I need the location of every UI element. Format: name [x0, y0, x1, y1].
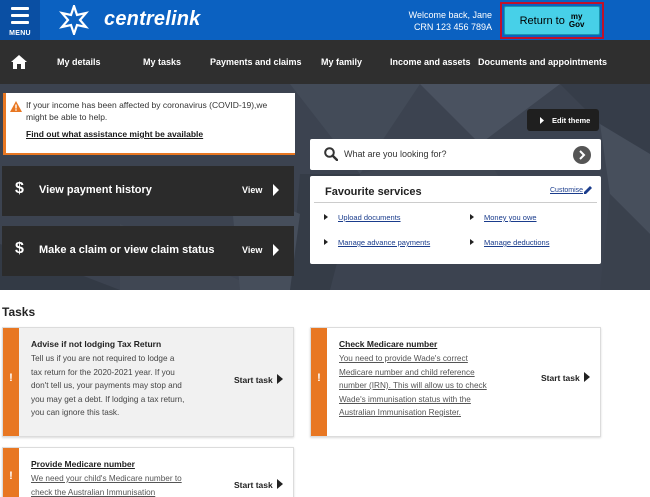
task-card-tax-return: ! Advise if not lodging Tax Return Tell …	[2, 327, 294, 437]
tile-action: View	[242, 185, 263, 195]
start-task-label: Start task	[234, 375, 273, 385]
task-line: Australian Immunisation Register.	[339, 408, 461, 417]
fav-manage-deductions[interactable]: Manage deductions	[484, 238, 549, 247]
play-arrow-icon	[583, 372, 590, 382]
warning-icon	[10, 101, 22, 112]
mygov-logo: my Gov	[568, 12, 585, 29]
start-task-label: Start task	[541, 373, 580, 383]
task-title: Advise if not lodging Tax Return	[31, 339, 162, 349]
task-body[interactable]: We need your child's Medicare number to …	[31, 472, 196, 497]
task-line: Tell us if you are not required to lodge…	[31, 354, 175, 363]
task-body: Tell us if you are not required to lodge…	[31, 352, 196, 420]
fav-manage-advance-payments[interactable]: Manage advance payments	[338, 238, 430, 247]
start-task-button[interactable]: Start task	[234, 479, 283, 490]
start-task-button[interactable]: Start task	[541, 372, 590, 383]
welcome-block: Welcome back, Jane CRN 123 456 789A	[409, 9, 492, 33]
task-body[interactable]: You need to provide Wade's correct Medic…	[339, 352, 504, 420]
arrow-right-circle-icon[interactable]	[573, 146, 591, 164]
nav-income-and-assets[interactable]: Income and assets	[390, 57, 471, 67]
bullet-arrow-icon	[324, 239, 328, 245]
fav-upload-documents[interactable]: Upload documents	[338, 213, 401, 222]
bullet-arrow-icon	[324, 214, 328, 220]
menu-button[interactable]: MENU	[0, 0, 40, 40]
nav-my-tasks[interactable]: My tasks	[143, 57, 181, 67]
task-line: Medicare number and child reference	[339, 367, 475, 377]
nav-payments-and-claims[interactable]: Payments and claims	[210, 57, 302, 67]
exclamation-icon: !	[9, 372, 13, 384]
task-line: you may get a debt. If lodging a tax ret…	[31, 394, 185, 404]
crn-text: CRN 123 456 789A	[413, 22, 492, 32]
view-payment-history-tile[interactable]: $ View payment history View	[2, 166, 294, 216]
task-title-link[interactable]: Check Medicare number	[339, 339, 437, 349]
covid-alert: If your income has been affected by coro…	[3, 93, 295, 155]
search-bar[interactable]: What are you looking for?	[310, 139, 601, 170]
exclamation-icon: !	[9, 470, 13, 482]
covid-assistance-link[interactable]: Find out what assistance might be availa…	[26, 129, 289, 139]
nav-documents-and-appointments[interactable]: Documents and appointments	[478, 57, 607, 67]
search-icon	[324, 147, 338, 161]
fav-money-you-owe[interactable]: Money you owe	[484, 213, 537, 222]
mygov-logo-gov: Gov	[568, 19, 585, 29]
play-arrow-icon	[276, 374, 283, 384]
main-nav: My details My tasks Payments and claims …	[0, 40, 650, 84]
mygov-button-label: Return to	[519, 14, 565, 27]
favourite-services-card: Favourite services Customise Upload docu…	[310, 176, 601, 264]
chevron-right-icon	[273, 184, 279, 196]
hero-panel: If your income has been affected by coro…	[0, 84, 650, 290]
centrelink-star-icon	[59, 5, 89, 35]
hamburger-icon	[11, 7, 29, 28]
brand-logo-text[interactable]: centrelink	[104, 8, 200, 31]
task-line: number (IRN). This will allow us to chec…	[339, 381, 487, 390]
start-task-button[interactable]: Start task	[234, 374, 283, 385]
tile-label: View payment history	[39, 184, 152, 196]
task-line: tax return for the 2020-2021 year. If yo…	[31, 367, 175, 377]
task-card-provide-medicare: ! Provide Medicare number We need your c…	[2, 447, 294, 497]
menu-label: MENU	[9, 30, 31, 37]
dollar-icon: $	[15, 240, 24, 257]
pencil-icon[interactable]	[584, 186, 592, 194]
edit-theme-button[interactable]: Edit theme	[527, 109, 599, 131]
task-card-check-medicare: ! Check Medicare number You need to prov…	[310, 327, 601, 437]
chevron-right-icon	[273, 244, 279, 256]
home-icon[interactable]	[10, 54, 28, 70]
welcome-text: Welcome back, Jane	[408, 10, 492, 20]
mygov-highlight: Return to my Gov	[500, 2, 604, 39]
exclamation-icon: !	[317, 372, 321, 384]
customise-link[interactable]: Customise	[550, 187, 583, 194]
tile-label: Make a claim or view claim status	[39, 244, 215, 256]
top-header: MENU centrelink Welcome back, Jane CRN 1…	[0, 0, 650, 40]
alert-message: If your income has been affected by coro…	[26, 100, 268, 122]
favourite-services-title: Favourite services	[325, 186, 422, 198]
divider	[314, 202, 597, 203]
search-placeholder: What are you looking for?	[344, 149, 447, 159]
nav-my-details[interactable]: My details	[57, 57, 101, 67]
edit-theme-label: Edit theme	[552, 116, 591, 125]
tile-action: View	[242, 245, 263, 255]
alert-bottom-border	[6, 153, 295, 155]
task-line: you can ignore this task.	[31, 408, 120, 417]
play-arrow-icon	[276, 479, 283, 489]
dollar-icon: $	[15, 180, 24, 197]
tasks-heading: Tasks	[2, 305, 36, 319]
task-line: Wade's immunisation status with the	[339, 394, 471, 404]
bullet-arrow-icon	[470, 239, 474, 245]
task-line: You need to provide Wade's correct	[339, 354, 468, 363]
bullet-arrow-icon	[470, 214, 474, 220]
start-task-label: Start task	[234, 480, 273, 490]
make-claim-tile[interactable]: $ Make a claim or view claim status View	[2, 226, 294, 276]
task-title-link[interactable]: Provide Medicare number	[31, 459, 135, 469]
caret-right-icon	[540, 117, 544, 124]
task-line: don't tell us, your payments may stop an…	[31, 381, 182, 390]
task-line: check the Australian Immunisation	[31, 487, 156, 497]
return-to-mygov-button[interactable]: Return to my Gov	[504, 6, 600, 35]
task-line: We need your child's Medicare number to	[31, 474, 182, 483]
nav-my-family[interactable]: My family	[321, 57, 362, 67]
